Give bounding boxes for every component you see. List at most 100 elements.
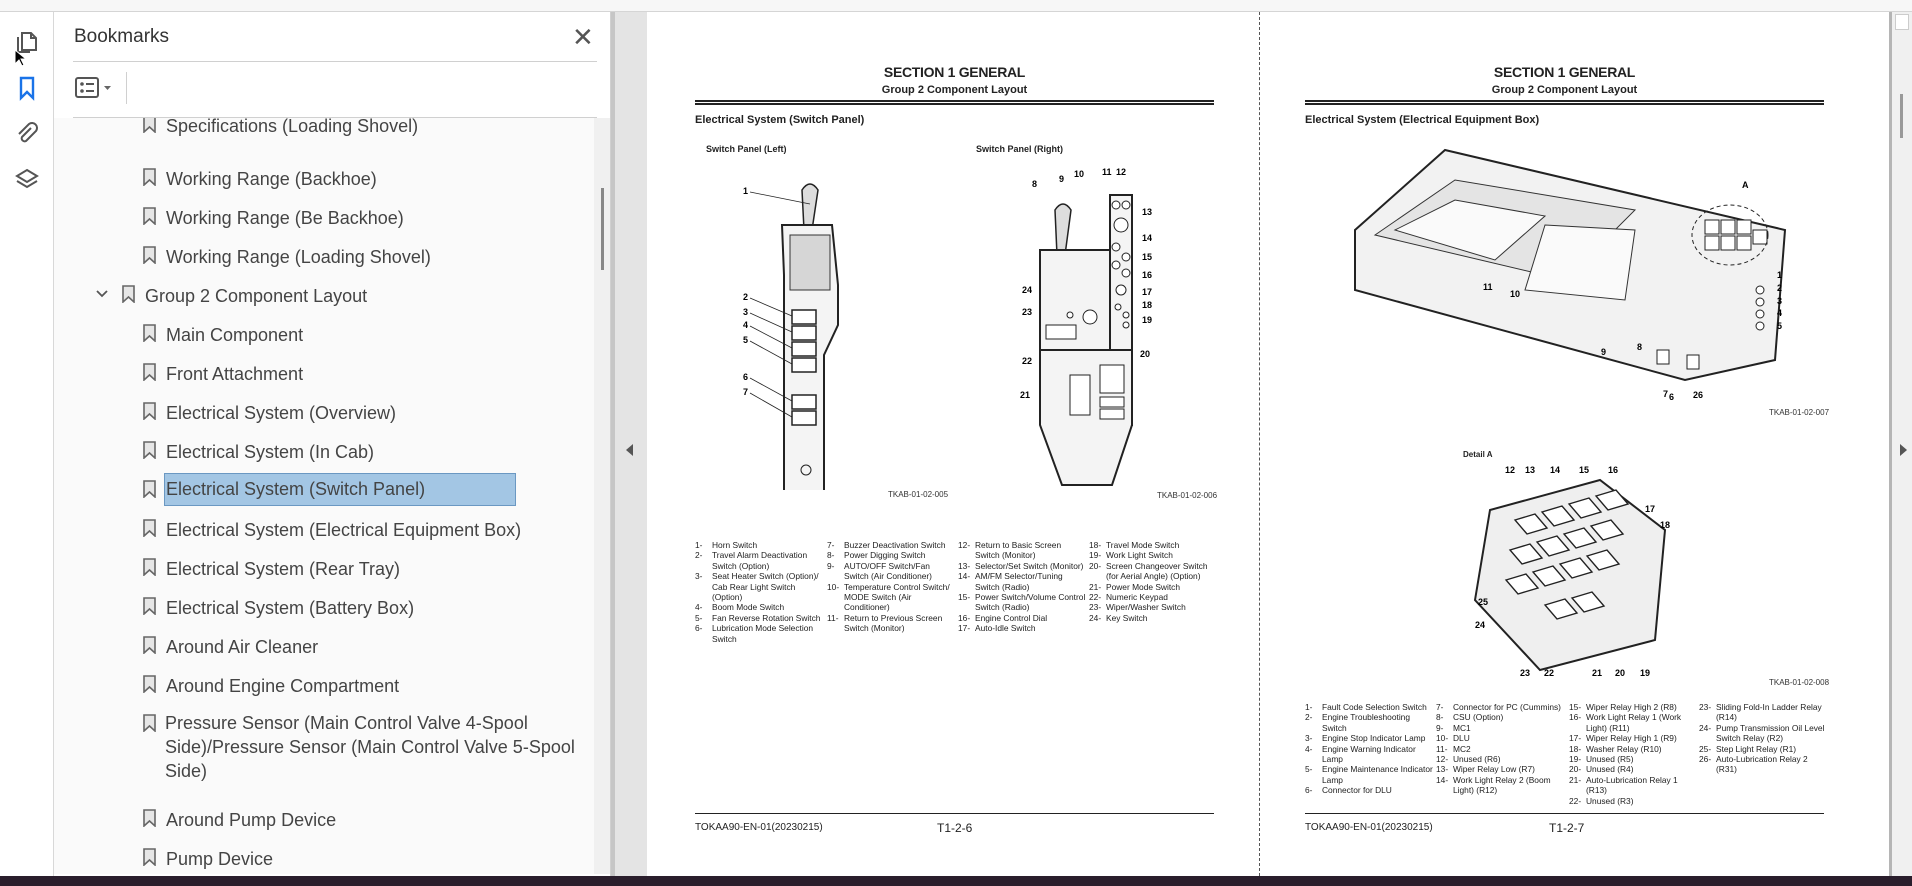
callout-number: 16 <box>1608 465 1618 475</box>
bookmark-label: Electrical System (Overview) <box>166 403 397 423</box>
figure-caption: Switch Panel (Left) <box>706 144 787 154</box>
legend-number: 17- <box>1569 733 1582 744</box>
callout-number: 7 <box>1663 389 1668 399</box>
sidebar-rail <box>0 12 54 876</box>
legend-text: Power Mode Switch <box>1106 581 1181 592</box>
callout-number: 8 <box>1637 342 1642 352</box>
bookmark-options-button[interactable] <box>74 74 118 102</box>
legend-column: 1- Fault Code Selection Switch 2- Engine Tr… <box>1305 702 1433 796</box>
legend-text: Connector for PC (Cummins) <box>1453 702 1561 712</box>
legend-item: 11- MC2 <box>1436 744 1564 754</box>
bookmark-scrollbar-thumb[interactable] <box>601 188 604 270</box>
callout-number: 4 <box>1777 308 1782 318</box>
legend-number: 1- <box>1305 702 1313 712</box>
bookmark-icon <box>143 714 156 732</box>
callout-number: 7 <box>743 387 748 397</box>
footer-doc-id: TOKAA90-EN-01(20230215) <box>1305 822 1433 833</box>
legend-item: 19- Unused (R5) <box>1569 754 1697 764</box>
bookmark-label-line: Pressure Sensor (Main Control Valve 4-Sp… <box>165 713 528 733</box>
legend-text: Key Switch <box>1106 612 1148 623</box>
legend-text: Washer Relay (R10) <box>1586 743 1662 754</box>
detail-marker: A <box>1742 180 1749 190</box>
list-options-icon <box>75 77 111 98</box>
legend-number: 8- <box>1436 712 1444 723</box>
legend-item: 3- Engine Stop Indicator Lamp <box>1305 733 1433 743</box>
legend-number: 23- <box>1699 702 1712 712</box>
callout-number: 10 <box>1074 169 1084 179</box>
bookmark-label: Main Component <box>166 325 304 345</box>
legend-item: 7- Buzzer Deactivation Switch <box>827 540 955 550</box>
callout-number: 11 <box>1483 282 1493 292</box>
document-scrollbar[interactable] <box>1889 12 1912 876</box>
legend-text: Connector for DLU <box>1322 785 1392 796</box>
callout-number: 18 <box>1660 520 1670 530</box>
legend-number: 4- <box>1305 743 1313 754</box>
top-toolbar <box>0 0 1912 12</box>
legend-text: Auto-Lubrication Relay 1 (R13) <box>1586 774 1678 796</box>
bookmark-label: Electrical System (Electrical Equipment … <box>166 520 522 540</box>
legend-item: 25- Step Light Relay (R1) <box>1699 744 1827 754</box>
document-scrollbar-thumb[interactable] <box>1900 94 1903 138</box>
legend-text: Work Light Relay 1 (Work Light) (R11) <box>1586 712 1682 733</box>
legend-text: Temperature Control Switch/ MODE Switch … <box>844 581 950 613</box>
legend-text: Sliding Fold-In Ladder Relay (R14) <box>1716 702 1822 723</box>
legend-text: Engine Warning Indicator Lamp <box>1322 743 1416 765</box>
expand-right-panel-icon[interactable] <box>1900 444 1908 456</box>
figure-caption: Switch Panel (Right) <box>976 144 1064 154</box>
legend-number: 25- <box>1699 743 1712 754</box>
legend-text: Screen Changeover Switch (for Aerial Ang… <box>1106 560 1208 582</box>
mouse-cursor-icon <box>14 49 26 67</box>
legend-number: 1- <box>695 540 703 550</box>
callout-number: 6 <box>743 372 748 382</box>
legend-item: 21- Auto-Lubrication Relay 1 (R13) <box>1569 775 1697 796</box>
legend-text: Wiper Relay Low (R7) <box>1453 764 1535 775</box>
legend-number: 8- <box>827 550 835 561</box>
bookmark-label: Working Range (Loading Shovel) <box>166 247 431 267</box>
legend-item: 5- Fan Reverse Rotation Switch <box>695 613 823 623</box>
section-title: SECTION 1 GENERAL <box>883 64 1026 80</box>
bookmarks-icon[interactable] <box>13 74 41 102</box>
legend-item: 20- Unused (R4) <box>1569 764 1697 774</box>
bookmark-label: Electrical System (Rear Tray) <box>166 559 401 579</box>
legend-text: Pump Transmission Oil Level Switch Relay… <box>1716 722 1825 744</box>
legend-item: 19- Work Light Switch <box>1089 550 1217 560</box>
legend-number: 16- <box>958 612 971 623</box>
legend-item: 13- Selector/Set Switch (Monitor) <box>958 561 1086 571</box>
callout-number: 22 <box>1022 356 1032 366</box>
callout-number: 3 <box>1777 296 1782 306</box>
bookmark-icon <box>143 118 156 133</box>
legend-number: 22- <box>1569 795 1582 806</box>
legend-number: 7- <box>827 540 835 550</box>
legend-item: 12- Return to Basic Screen Switch (Monito… <box>958 540 1086 561</box>
legend-number: 24- <box>1089 612 1102 623</box>
legend-text: Power Switch/Volume Control Switch (Radi… <box>975 592 1086 613</box>
chevron-down-icon[interactable] <box>96 289 108 299</box>
legend-text: Engine Control Dial <box>975 612 1048 623</box>
bookmark-label: Around Air Cleaner <box>166 637 319 657</box>
close-panel-button[interactable]: ✕ <box>572 22 594 53</box>
attachments-icon[interactable] <box>13 120 41 148</box>
collapse-panel-icon[interactable] <box>626 444 634 456</box>
legend-number: 17- <box>958 623 971 634</box>
page-divider <box>1259 12 1260 876</box>
callout-number: 10 <box>1510 289 1520 299</box>
callout-number: 13 <box>1142 207 1152 217</box>
bookmark-label: Electrical System (Battery Box) <box>166 598 415 618</box>
legend-number: 19- <box>1569 754 1582 765</box>
legend-text: Seat Heater Switch (Option)/ Cab Rear Li… <box>712 571 819 603</box>
bookmark-label: Around Pump Device <box>166 810 337 830</box>
panel-gutter <box>610 12 647 876</box>
legend-item: 8- Power Digging Switch <box>827 550 955 560</box>
layers-icon[interactable] <box>13 166 41 194</box>
header-rule <box>695 100 1214 105</box>
legend-text: Engine Maintenance Indicator Lamp <box>1322 764 1433 785</box>
scroll-up-button[interactable] <box>1895 14 1909 30</box>
bookmark-icon <box>143 519 156 537</box>
legend-text: Lubrication Mode Selection Switch <box>712 623 814 644</box>
legend-text: Unused (R5) <box>1586 754 1634 765</box>
legend-number: 11- <box>827 612 839 623</box>
legend-item: 6- Connector for DLU <box>1305 785 1433 795</box>
callout-number: 23 <box>1520 668 1530 678</box>
legend-text: Buzzer Deactivation Switch <box>844 540 946 550</box>
legend-text: Fault Code Selection Switch <box>1322 702 1427 712</box>
